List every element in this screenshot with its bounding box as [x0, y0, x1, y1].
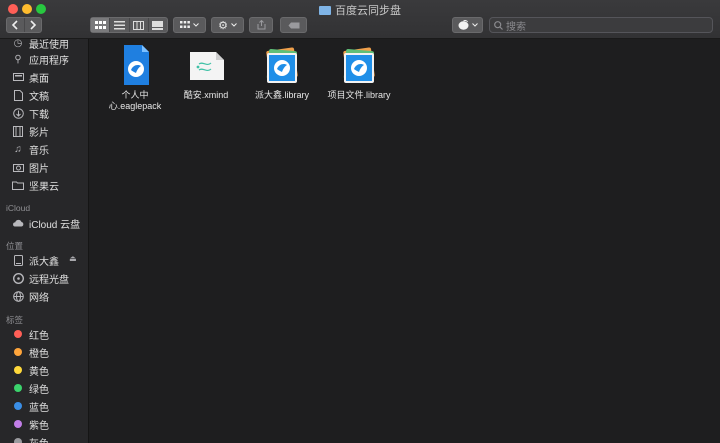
- file-name: 项目文件.library: [327, 90, 391, 100]
- eject-icon[interactable]: ⏏: [69, 254, 77, 263]
- navigation-buttons: [6, 17, 42, 33]
- gear-icon: ⚙: [218, 19, 228, 32]
- chevron-down-icon: [193, 23, 199, 27]
- gallery-icon: [152, 20, 164, 30]
- clock-icon: ◷: [13, 39, 23, 49]
- sidebar-item-network[interactable]: 网络: [12, 288, 49, 304]
- sidebar-tag-blue[interactable]: 蓝色: [12, 398, 49, 414]
- view-mode-selector: [90, 17, 168, 33]
- red-tag-dot: [14, 330, 22, 338]
- globe-icon: [12, 290, 24, 302]
- file-name: 酷安.xmind: [183, 90, 229, 100]
- forward-button[interactable]: [25, 18, 42, 32]
- gray-tag-dot: [14, 438, 22, 443]
- xmind-file-icon: [186, 44, 226, 86]
- action-button[interactable]: ⚙: [211, 17, 244, 33]
- column-view-button[interactable]: [130, 18, 149, 32]
- green-tag-dot: [14, 384, 22, 392]
- search-icon: [494, 20, 503, 30]
- drive-icon: [12, 254, 24, 266]
- yellow-tag-dot: [14, 366, 22, 374]
- applications-icon: ⚲: [14, 53, 22, 65]
- sidebar-item-movies[interactable]: 影片: [12, 123, 49, 139]
- list-icon: [113, 20, 125, 29]
- music-icon: ♫: [14, 143, 22, 155]
- sidebar-tag-orange[interactable]: 橙色: [12, 344, 49, 360]
- sidebar-item-applications[interactable]: ⚲ 应用程序: [12, 51, 69, 67]
- sidebar-header-locations: 位置: [6, 241, 24, 251]
- download-icon: [12, 107, 24, 119]
- library-file-icon: [262, 44, 302, 86]
- sidebar-header-tags: 标签: [6, 315, 24, 325]
- disc-icon: [12, 272, 24, 284]
- chevron-right-icon: [30, 20, 36, 30]
- film-icon: [12, 125, 24, 137]
- gallery-view-button[interactable]: [149, 18, 167, 32]
- sidebar-tag-red[interactable]: 红色: [12, 326, 49, 342]
- group-by-button[interactable]: [173, 17, 206, 33]
- finder-window: 百度云同步盘 ⚙ 搜索 ◷ 最近使用 ⚲ 应用程序 桌面 文稿 下载 影片 ♫ …: [0, 0, 720, 443]
- folder-icon: [319, 5, 331, 15]
- columns-icon: [133, 20, 145, 30]
- window-title: 百度云同步盘: [0, 2, 720, 18]
- sidebar-item-icloud-drive[interactable]: iCloud 云盘: [12, 215, 80, 231]
- sidebar-item-pictures[interactable]: 图片: [12, 159, 49, 175]
- share-button[interactable]: [249, 17, 273, 33]
- desktop-icon: [12, 71, 24, 83]
- sidebar-item-drive[interactable]: 派大鑫: [12, 252, 59, 268]
- sidebar-item-remote-disc[interactable]: 远程光盘: [12, 270, 69, 286]
- back-button[interactable]: [7, 18, 25, 32]
- blue-tag-dot: [14, 402, 22, 410]
- document-icon: [12, 89, 24, 101]
- sidebar-tag-green[interactable]: 绿色: [12, 380, 49, 396]
- sidebar-item-nutstore[interactable]: 坚果云: [12, 177, 59, 193]
- file-item[interactable]: 项目文件.library: [319, 44, 399, 101]
- file-name: 心.eaglepack: [108, 101, 162, 111]
- sidebar-item-desktop[interactable]: 桌面: [12, 69, 49, 85]
- eaglepack-file-icon: [115, 44, 155, 86]
- tag-icon: [288, 22, 299, 28]
- sidebar-item-downloads[interactable]: 下载: [12, 105, 49, 121]
- grid-icon: [180, 21, 190, 28]
- sidebar: ◷ 最近使用 ⚲ 应用程序 桌面 文稿 下载 影片 ♫ 音乐 图片 坚果云 iClou…: [0, 39, 89, 443]
- nut-icon: [458, 20, 468, 30]
- sidebar-tag-gray[interactable]: 灰色: [12, 434, 49, 443]
- chevron-down-icon: [231, 23, 237, 27]
- file-item[interactable]: 派大鑫.library: [242, 44, 322, 101]
- search-placeholder: 搜索: [506, 21, 526, 33]
- list-view-button[interactable]: [110, 18, 130, 32]
- sidebar-item-documents[interactable]: 文稿: [12, 87, 49, 103]
- sidebar-tag-purple[interactable]: 紫色: [12, 416, 49, 432]
- chevron-left-icon: [12, 20, 18, 30]
- grid-icon: [94, 20, 106, 29]
- camera-icon: [12, 161, 24, 173]
- orange-tag-dot: [14, 348, 22, 356]
- sidebar-header-icloud: iCloud: [6, 203, 31, 213]
- file-name: 派大鑫.library: [254, 90, 309, 100]
- cloud-icon: [12, 217, 24, 229]
- search-field[interactable]: 搜索: [489, 17, 713, 33]
- sidebar-item-recents[interactable]: ◷ 最近使用: [12, 39, 69, 51]
- icon-view-button[interactable]: [91, 18, 111, 32]
- file-item[interactable]: 酷安.xmind: [166, 44, 246, 101]
- folder-icon: [12, 179, 24, 191]
- file-item[interactable]: 个人中 心.eaglepack: [95, 44, 175, 112]
- toolbar: 百度云同步盘 ⚙ 搜索: [0, 0, 720, 39]
- sidebar-item-music[interactable]: ♫ 音乐: [12, 141, 49, 157]
- purple-tag-dot: [14, 420, 22, 428]
- edit-tags-button[interactable]: [280, 17, 307, 33]
- share-icon: [257, 20, 265, 30]
- file-browser: 个人中 心.eaglepack 酷安.xmind 派大鑫.library 项目文…: [89, 39, 720, 443]
- nutstore-menu-button[interactable]: [452, 17, 483, 33]
- library-file-icon: [339, 44, 379, 86]
- file-name: 个人中: [121, 90, 149, 100]
- sidebar-tag-yellow[interactable]: 黄色: [12, 362, 49, 378]
- chevron-down-icon: [471, 23, 478, 27]
